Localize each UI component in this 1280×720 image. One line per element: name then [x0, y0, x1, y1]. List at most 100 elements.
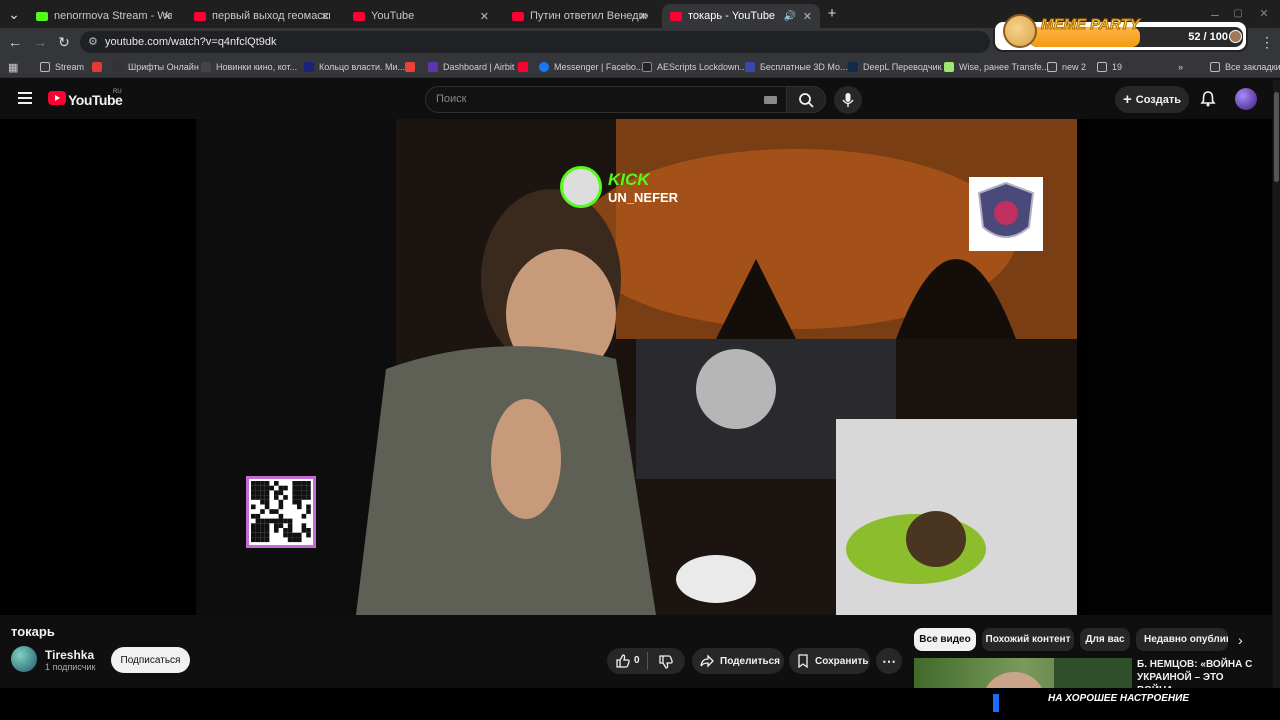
- notifications-bell-icon[interactable]: [1200, 91, 1216, 107]
- chip-similar[interactable]: Похожий контент: [982, 628, 1074, 651]
- like-button[interactable]: [615, 653, 631, 669]
- forward-arrow-icon[interactable]: →: [32, 34, 48, 50]
- chip-all-videos[interactable]: Все видео: [914, 628, 976, 651]
- window-close-icon[interactable]: ✕: [1256, 6, 1272, 22]
- tab-youtube[interactable]: YouTube ✕: [345, 4, 497, 28]
- fonts-icon: [113, 62, 123, 72]
- dislike-button[interactable]: [658, 654, 674, 670]
- bookmark-kino[interactable]: Новинки кино, кот...: [201, 60, 297, 74]
- folder-icon: [40, 62, 50, 72]
- youtube-logo-icon[interactable]: [48, 91, 66, 105]
- bookmark-fonts[interactable]: Шрифты Онлайн: [113, 60, 199, 74]
- close-icon[interactable]: ✕: [639, 10, 648, 23]
- kick-brand: KICK: [608, 170, 650, 189]
- create-button[interactable]: + Создать: [1115, 86, 1189, 113]
- back-arrow-icon[interactable]: ←: [7, 34, 23, 50]
- scrollbar-thumb[interactable]: [1274, 92, 1279, 182]
- bookmark-label: Wise, ранее Transfe...: [959, 62, 1050, 72]
- channel-name[interactable]: Tireshka: [45, 648, 94, 662]
- wise-icon: [944, 62, 954, 72]
- deepl-icon: [848, 62, 858, 72]
- bookmark-label: AEScripts Lockdown...: [657, 62, 748, 72]
- hamburger-menu-icon[interactable]: [18, 92, 32, 104]
- site-info-icon[interactable]: ⚙: [88, 35, 98, 48]
- page-scrollbar[interactable]: [1273, 80, 1280, 688]
- search-input[interactable]: Поиск: [425, 86, 787, 113]
- save-button[interactable]: Сохранить: [789, 648, 870, 674]
- qr-code-icon: [246, 476, 316, 548]
- search-icon: [799, 93, 814, 108]
- thumbs-up-icon: [616, 654, 630, 668]
- bookmark-19[interactable]: 19: [1097, 60, 1122, 74]
- close-icon[interactable]: ✕: [803, 10, 812, 23]
- new-tab-plus-icon[interactable]: +: [824, 6, 840, 22]
- voice-search-button[interactable]: [834, 86, 862, 114]
- subscribe-button[interactable]: Подписаться: [111, 647, 190, 673]
- film-icon: [201, 62, 211, 72]
- video-title: токарь: [11, 624, 55, 639]
- bookmark-new2[interactable]: new 2: [1047, 60, 1086, 74]
- more-horizontal-icon: ⋯: [882, 652, 896, 669]
- tab-label: nenormova Stream - Watch Live: [54, 10, 172, 22]
- tab-putin[interactable]: Путин ответил Венедиктову - YouTube ✕: [504, 4, 656, 28]
- youtube-icon: [353, 11, 365, 21]
- coin-icon: [1229, 30, 1242, 43]
- close-icon[interactable]: ✕: [480, 10, 489, 23]
- bookmark-3d[interactable]: Бесплатные 3D Мо...: [745, 60, 848, 74]
- share-button[interactable]: Поделиться: [692, 648, 784, 674]
- share-label: Поделиться: [720, 655, 781, 667]
- search-placeholder: Поиск: [436, 93, 467, 105]
- share-arrow-icon: [700, 654, 714, 668]
- tab-geomassych[interactable]: первый выход геомассыча - YouTube ✕: [186, 4, 338, 28]
- aescripts-icon: [642, 62, 652, 72]
- more-actions-button[interactable]: ⋯: [876, 648, 902, 674]
- bookmark-airbit[interactable]: Dashboard | Airbit: [428, 60, 514, 74]
- facebook-icon: [539, 62, 549, 72]
- close-icon[interactable]: ✕: [163, 10, 172, 23]
- chip-recent[interactable]: Недавно опубликованные: [1136, 628, 1228, 651]
- bookmark-label: Шрифты Онлайн: [128, 62, 199, 72]
- 3d-icon: [745, 62, 755, 72]
- speaker-icon[interactable]: 🔊: [784, 11, 796, 22]
- tab-tokar-active[interactable]: токарь - YouTube 🔊 ✕: [662, 4, 820, 28]
- tab-label: токарь - YouTube: [688, 10, 776, 22]
- tab-search-chevron-icon[interactable]: ⌄: [6, 6, 22, 22]
- bookmarks-bar: ▦ Stream Шрифты Онлайн Новинки кино, кот…: [0, 56, 1280, 78]
- bookmark-red[interactable]: [92, 60, 107, 74]
- keyboard-icon[interactable]: [764, 96, 777, 104]
- bookmark-gmail[interactable]: [405, 60, 420, 74]
- bookmark-stream[interactable]: Stream: [40, 60, 84, 74]
- bookmark-rings[interactable]: Кольцо власти. Ми...: [304, 60, 405, 74]
- r-icon: [304, 62, 314, 72]
- apps-grid-icon[interactable]: ▦: [8, 60, 18, 74]
- chips-next-chevron-icon[interactable]: ›: [1238, 632, 1243, 648]
- bookmark-label: Все закладки: [1225, 62, 1280, 72]
- close-icon[interactable]: ✕: [321, 10, 330, 23]
- kick-avatar-icon: [560, 166, 602, 208]
- channel-avatar[interactable]: [11, 646, 37, 672]
- youtube-icon: [512, 11, 524, 21]
- bookmark-all[interactable]: Все закладки: [1210, 60, 1280, 74]
- tab-label: Путин ответил Венедиктову - YouTube: [530, 10, 648, 22]
- search-button[interactable]: [786, 86, 826, 113]
- reload-icon[interactable]: ↻: [56, 34, 72, 50]
- bookmark-label: Новинки кино, кот...: [216, 62, 298, 72]
- bookmarks-overflow-icon[interactable]: »: [1178, 60, 1183, 74]
- menu-kebab-icon[interactable]: ⋮: [1259, 34, 1275, 50]
- meme-party-widget: MEME PARTY 52 / 100: [993, 14, 1248, 52]
- bookmark-label: Stream: [55, 62, 85, 72]
- bookmark-deepl[interactable]: DeepL Переводчик: [848, 60, 942, 74]
- microphone-icon: [842, 93, 854, 107]
- bookmark-wise[interactable]: Wise, ранее Transfe...: [944, 60, 1049, 74]
- youtube-icon: [194, 11, 206, 21]
- red-square-icon: [92, 62, 102, 72]
- account-avatar[interactable]: [1235, 88, 1257, 110]
- region-code: RU: [113, 89, 122, 95]
- chip-for-you[interactable]: Для вас: [1080, 628, 1130, 651]
- plus-icon: +: [1122, 91, 1132, 108]
- tab-kick-stream[interactable]: nenormova Stream - Watch Live ✕: [28, 4, 180, 28]
- bookmark-youtube[interactable]: [518, 60, 533, 74]
- bookmark-messenger[interactable]: Messenger | Facebo...: [539, 60, 643, 74]
- bookmark-aescripts[interactable]: AEScripts Lockdown...: [642, 60, 747, 74]
- url-text[interactable]: youtube.com/watch?v=q4nfclQt9dk: [105, 36, 277, 48]
